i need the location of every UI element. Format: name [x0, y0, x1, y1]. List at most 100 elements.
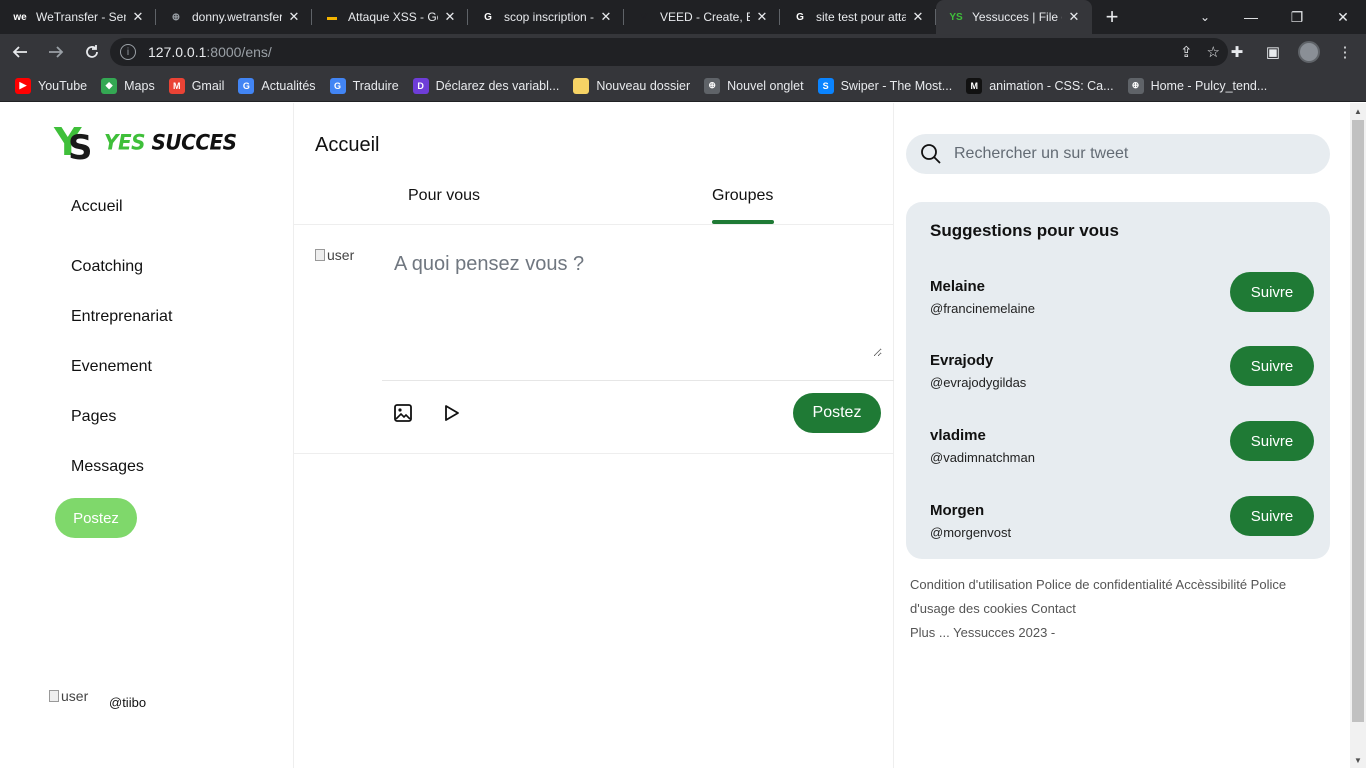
- composer-textarea[interactable]: [382, 245, 882, 357]
- search-bar[interactable]: [906, 134, 1330, 174]
- sidebar-user[interactable]: user @tiibo: [49, 685, 147, 710]
- brand-logo[interactable]: Y S YES SUCCES: [54, 120, 237, 168]
- minimize-button[interactable]: —: [1228, 0, 1274, 34]
- chrome-menu-icon[interactable]: ⋮: [1334, 41, 1356, 63]
- close-tab-icon[interactable]: ✕: [598, 9, 614, 25]
- bookmark-item[interactable]: ⊕ Nouvel onglet: [697, 73, 810, 99]
- suggestion-row: Evrajody @evrajodygildas Suivre: [930, 346, 1314, 398]
- footer-line-1[interactable]: Condition d'utilisation Police de confid…: [910, 573, 1320, 621]
- post-button[interactable]: Postez: [793, 393, 881, 433]
- bookmark-label: animation - CSS: Ca...: [989, 78, 1114, 93]
- address-bar[interactable]: i 127.0.0.1:8000/ens/ ⇪ ☆: [110, 38, 1228, 66]
- tab-pour-vous[interactable]: Pour vous: [408, 187, 480, 205]
- site-info-icon[interactable]: i: [120, 44, 136, 60]
- browser-tab[interactable]: YS Yessucces | File d ✕: [936, 0, 1092, 34]
- scroll-down-arrow-icon[interactable]: ▼: [1350, 752, 1366, 768]
- new-tab-button[interactable]: +: [1092, 0, 1132, 34]
- sidebar-item-pages[interactable]: Pages: [71, 408, 116, 426]
- globe-icon: ⊕: [704, 77, 721, 94]
- close-tab-icon[interactable]: ✕: [130, 9, 146, 25]
- footer-links: Condition d'utilisation Police de confid…: [910, 573, 1320, 645]
- scrollbar-thumb[interactable]: [1352, 120, 1364, 722]
- forward-arrow-icon: [49, 46, 64, 58]
- image-upload-icon[interactable]: [391, 401, 415, 425]
- profile-avatar[interactable]: [1298, 41, 1320, 63]
- sidebar-item-entreprenariat[interactable]: Entreprenariat: [71, 308, 172, 326]
- forward-button[interactable]: [40, 36, 72, 68]
- follow-button[interactable]: Suivre: [1230, 346, 1314, 386]
- brand-wordmark: YES SUCCES: [104, 129, 237, 154]
- close-window-button[interactable]: ✕: [1320, 0, 1366, 34]
- sidebar-item-coatching[interactable]: Coatching: [71, 258, 143, 276]
- close-tab-icon[interactable]: ✕: [286, 9, 302, 25]
- maps-icon: ◆: [101, 77, 118, 94]
- bookmark-item[interactable]: S Swiper - The Most...: [811, 73, 960, 99]
- bookmark-item[interactable]: ▶ YouTube: [8, 73, 94, 99]
- suggestion-handle: @morgenvost: [930, 525, 1012, 540]
- bookmark-item[interactable]: ◆ Maps: [94, 73, 162, 99]
- close-tab-icon[interactable]: ✕: [442, 9, 458, 25]
- browser-tab[interactable]: V VEED - Create, Ed ✕: [624, 0, 780, 34]
- share-icon[interactable]: ⇪: [1180, 43, 1193, 61]
- browser-tab[interactable]: ⊕ donny.wetransfer ✕: [156, 0, 312, 34]
- avatar: user: [49, 685, 93, 707]
- browser-tab[interactable]: we WeTransfer - Send ✕: [0, 0, 156, 34]
- suggestion-handle: @francinemelaine: [930, 301, 1035, 316]
- bookmark-item[interactable]: D Déclarez des variabl...: [406, 73, 567, 99]
- tab-groupes[interactable]: Groupes: [712, 187, 773, 205]
- bookmark-item[interactable]: G Traduire: [323, 73, 406, 99]
- search-input[interactable]: [954, 145, 1314, 163]
- suggestion-row: vladime @vadimnatchman Suivre: [930, 421, 1314, 473]
- bookmark-label: YouTube: [38, 78, 88, 93]
- close-tab-icon[interactable]: ✕: [1066, 9, 1082, 25]
- bookmarks-bar: ▶ YouTube ◆ Maps M Gmail G Actualités G Traduire D…: [0, 70, 1366, 102]
- youtube-icon: ▶: [15, 77, 31, 94]
- follow-button[interactable]: Suivre: [1230, 421, 1314, 461]
- bookmark-item[interactable]: Manimation - CSS: Ca...: [959, 73, 1120, 99]
- suggestion-handle: @evrajodygildas: [930, 375, 1027, 390]
- brand-word-yes: YES: [104, 129, 152, 155]
- suggestion-row: Morgen @morgenvost Suivre: [930, 496, 1314, 548]
- tab-search-icon[interactable]: ⌄: [1190, 0, 1220, 34]
- sidebar-item-accueil[interactable]: Accueil: [71, 198, 123, 216]
- active-tab-indicator: [712, 220, 774, 224]
- side-panel-icon[interactable]: ▣: [1262, 41, 1284, 63]
- user-handle: @tiibo: [109, 695, 147, 710]
- bookmark-label: Déclarez des variabl...: [435, 78, 560, 93]
- follow-button[interactable]: Suivre: [1230, 272, 1314, 312]
- sidebar-post-button[interactable]: Postez: [55, 498, 137, 538]
- follow-button[interactable]: Suivre: [1230, 496, 1314, 536]
- tab-title: site test pour atta: [816, 10, 906, 24]
- video-play-icon[interactable]: [439, 401, 463, 425]
- sidebar-item-messages[interactable]: Messages: [71, 458, 144, 476]
- tab-title: VEED - Create, Ed: [660, 10, 750, 24]
- back-arrow-icon: [12, 46, 27, 58]
- suggestion-name: Morgen: [930, 502, 985, 519]
- page-scrollbar[interactable]: ▲ ▼: [1350, 103, 1366, 768]
- yessucces-icon: YS: [949, 11, 963, 23]
- brand-mark-s: S: [68, 128, 92, 168]
- bookmark-label: Swiper - The Most...: [840, 78, 953, 93]
- browser-tab[interactable]: Gsite test pour atta ✕: [780, 0, 936, 34]
- url-host: 127.0.0.1: [148, 44, 207, 60]
- gmail-icon: M: [168, 77, 185, 94]
- reload-button[interactable]: [76, 36, 108, 68]
- browser-tab[interactable]: ▬ Attaque XSS - Go ✕: [312, 0, 468, 34]
- bookmark-item[interactable]: Nouveau dossier: [566, 73, 697, 99]
- page-title: Accueil: [315, 134, 380, 156]
- bookmark-star-icon[interactable]: ☆: [1207, 43, 1220, 61]
- browser-tab[interactable]: Gscop inscription - ✕: [468, 0, 624, 34]
- broken-image-icon: [49, 690, 59, 702]
- scroll-up-arrow-icon[interactable]: ▲: [1350, 103, 1366, 119]
- bookmark-item[interactable]: G Actualités: [231, 73, 322, 99]
- close-tab-icon[interactable]: ✕: [754, 9, 770, 25]
- extensions-icon[interactable]: ✚: [1226, 41, 1248, 63]
- bookmark-item[interactable]: M Gmail: [162, 73, 232, 99]
- close-tab-icon[interactable]: ✕: [910, 9, 926, 25]
- back-button[interactable]: [4, 36, 36, 68]
- restore-button[interactable]: ❐: [1274, 0, 1320, 34]
- bookmark-item[interactable]: ⊕ Home - Pulcy_tend...: [1121, 73, 1275, 99]
- suggestions-panel: Suggestions pour vous Melaine @francinem…: [906, 202, 1330, 559]
- toolbar-right: ✚ ▣ ⋮: [1226, 34, 1356, 70]
- sidebar-item-evenement[interactable]: Evenement: [71, 358, 152, 376]
